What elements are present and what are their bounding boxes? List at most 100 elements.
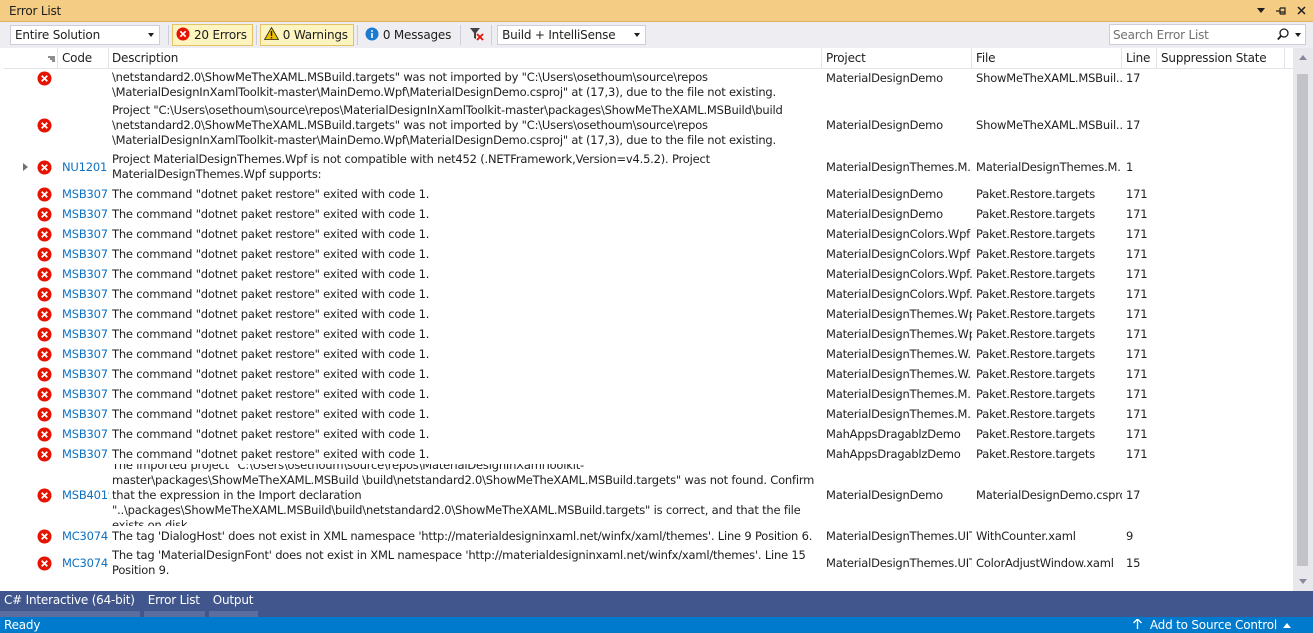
- messages-filter-button[interactable]: 0 Messages: [361, 24, 457, 46]
- tab-error-list[interactable]: Error List: [143, 591, 205, 617]
- table-row[interactable]: MSB3073The command "dotnet paket restore…: [4, 284, 1293, 304]
- table-row[interactable]: MSB3073The command "dotnet paket restore…: [4, 324, 1293, 344]
- error-code-link[interactable]: MSB3073: [62, 447, 109, 461]
- error-description-cell: The command "dotnet paket restore" exite…: [108, 384, 822, 404]
- error-code-link[interactable]: MSB3073: [62, 387, 109, 401]
- table-row[interactable]: MSB3073The command "dotnet paket restore…: [4, 244, 1293, 264]
- table-row[interactable]: MSB3073The command "dotnet paket restore…: [4, 364, 1293, 384]
- warnings-filter-button[interactable]: 0 Warnings: [259, 24, 354, 46]
- table-row[interactable]: MSB3073The command "dotnet paket restore…: [4, 344, 1293, 364]
- error-code-cell[interactable]: MSB3073: [58, 444, 109, 464]
- error-icon: [37, 427, 52, 445]
- tab-csharp-interactive[interactable]: C# Interactive (64-bit): [0, 591, 140, 617]
- vertical-scrollbar[interactable]: [1293, 48, 1313, 591]
- column-header-severity[interactable]: [4, 48, 58, 69]
- error-code-cell[interactable]: MSB3073: [58, 204, 109, 224]
- column-header-suppression-state[interactable]: Suppression State: [1157, 48, 1285, 69]
- table-row[interactable]: NU1201 Project MaterialDesignThemes.Wpf i…: [4, 150, 1293, 184]
- error-code-cell[interactable]: MSB3073: [58, 364, 109, 384]
- error-code-link[interactable]: MC3074: [62, 529, 108, 543]
- error-code-cell[interactable]: [58, 69, 109, 100]
- error-code-link[interactable]: MSB3073: [62, 227, 109, 241]
- error-code-link[interactable]: MSB3073: [62, 287, 109, 301]
- window-dropdown-icon[interactable]: [1253, 3, 1269, 19]
- error-file-text: Paket.Restore.targets: [976, 327, 1096, 341]
- error-code-cell[interactable]: MSB3073: [58, 284, 109, 304]
- error-code-cell[interactable]: MSB3073: [58, 184, 109, 204]
- error-code-cell[interactable]: MSB3073: [58, 224, 109, 244]
- column-header-line[interactable]: Line: [1122, 48, 1157, 69]
- error-code-cell[interactable]: [58, 100, 109, 150]
- scrollbar-thumb[interactable]: [1297, 74, 1308, 566]
- table-row[interactable]: MSB3073The command "dotnet paket restore…: [4, 384, 1293, 404]
- error-code-link[interactable]: MSB3073: [62, 347, 109, 361]
- table-row[interactable]: MC3074 The tag 'DialogHost' does not exis…: [4, 526, 1293, 546]
- table-row[interactable]: MSB3073The command "dotnet paket restore…: [4, 204, 1293, 224]
- error-code-cell[interactable]: MSB3073: [58, 244, 109, 264]
- error-line-cell: 171: [1122, 244, 1157, 264]
- error-code-cell[interactable]: MSB3073: [58, 304, 109, 324]
- error-line-text: 171: [1126, 407, 1148, 421]
- error-code-link[interactable]: MSB3073: [62, 327, 109, 341]
- error-project-cell: MaterialDesignThemes.UIT...: [822, 526, 972, 546]
- column-header-project[interactable]: Project: [822, 48, 972, 69]
- filter-button[interactable]: [464, 24, 488, 46]
- scope-dropdown[interactable]: Entire Solution: [10, 25, 160, 45]
- table-row[interactable]: Project "C:\Users\osethoum\source\repos\…: [4, 100, 1293, 150]
- error-code-link[interactable]: MC3074: [62, 556, 108, 570]
- column-header-file[interactable]: File: [972, 48, 1122, 69]
- error-code-link[interactable]: MSB3073: [62, 187, 109, 201]
- error-code-cell[interactable]: MC3074: [58, 526, 109, 546]
- table-row[interactable]: MSB4019The imported project "C:\Users\os…: [4, 464, 1293, 526]
- column-header-description[interactable]: Description: [108, 48, 822, 69]
- close-icon[interactable]: [1293, 3, 1309, 19]
- error-code-cell[interactable]: NU1201: [58, 150, 109, 184]
- error-code-cell[interactable]: MSB3073: [58, 404, 109, 424]
- error-code-cell[interactable]: MC3074: [58, 546, 109, 580]
- search-icon[interactable]: [1277, 28, 1289, 44]
- error-code-link[interactable]: MSB3073: [62, 427, 109, 441]
- error-code-cell[interactable]: MSB4019: [58, 464, 109, 526]
- column-header-code[interactable]: Code: [58, 48, 109, 69]
- scroll-up-arrow-icon[interactable]: [1299, 55, 1307, 60]
- error-code-link[interactable]: MSB3073: [62, 367, 109, 381]
- table-row[interactable]: MSB3073The command "dotnet paket restore…: [4, 224, 1293, 244]
- error-description-text: The command "dotnet paket restore" exite…: [112, 346, 430, 361]
- error-code-link[interactable]: NU1201: [62, 160, 107, 174]
- scroll-down-arrow-icon[interactable]: [1299, 579, 1307, 584]
- table-row[interactable]: MSB3073The command "dotnet paket restore…: [4, 304, 1293, 324]
- table-row[interactable]: Project "C:\Users\osethoum\source\repos\…: [4, 69, 1293, 100]
- error-file-cell: Paket.Restore.targets: [972, 204, 1122, 224]
- chevron-up-icon: [1283, 622, 1291, 628]
- table-row[interactable]: MSB3073The command "dotnet paket restore…: [4, 444, 1293, 464]
- build-filter-dropdown[interactable]: Build + IntelliSense: [497, 25, 647, 45]
- error-project-text: MaterialDesignThemes.UIT...: [826, 529, 972, 543]
- error-code-cell[interactable]: MSB3073: [58, 344, 109, 364]
- error-code-link[interactable]: MSB3073: [62, 307, 109, 321]
- error-code-cell[interactable]: MSB3073: [58, 384, 109, 404]
- error-file-text: Paket.Restore.targets: [976, 367, 1096, 381]
- errors-filter-button[interactable]: 20 Errors: [172, 24, 253, 46]
- error-code-link[interactable]: MSB3073: [62, 267, 109, 281]
- error-code-cell[interactable]: MSB3073: [58, 324, 109, 344]
- error-icon: [37, 118, 52, 136]
- table-row[interactable]: MSB3073The command "dotnet paket restore…: [4, 424, 1293, 444]
- table-row[interactable]: MC3074 The tag 'MaterialDesignFont' does …: [4, 546, 1293, 580]
- error-code-link[interactable]: MSB4019: [62, 488, 109, 502]
- error-code-cell[interactable]: MSB3073: [58, 424, 109, 444]
- error-description-text: The imported project "C:\Users\osethoum\…: [112, 464, 815, 526]
- error-code-cell[interactable]: MSB3073: [58, 264, 109, 284]
- error-code-link[interactable]: MSB3073: [62, 247, 109, 261]
- source-control-button[interactable]: Add to Source Control: [1132, 618, 1291, 632]
- pin-icon[interactable]: [1273, 3, 1289, 19]
- search-options-chevron-icon[interactable]: [1295, 33, 1301, 37]
- error-code-link[interactable]: MSB3073: [62, 207, 109, 221]
- error-code-link[interactable]: MSB3073: [62, 407, 109, 421]
- table-row[interactable]: MSB3073The command "dotnet paket restore…: [4, 404, 1293, 424]
- table-row[interactable]: MSB3073The command "dotnet paket restore…: [4, 264, 1293, 284]
- error-line-cell: 171: [1122, 224, 1157, 244]
- tab-output[interactable]: Output: [208, 591, 259, 617]
- table-row[interactable]: MSB3073The command "dotnet paket restore…: [4, 184, 1293, 204]
- search-error-list-input[interactable]: Search Error List: [1109, 24, 1306, 45]
- expand-row-icon[interactable]: [23, 163, 28, 171]
